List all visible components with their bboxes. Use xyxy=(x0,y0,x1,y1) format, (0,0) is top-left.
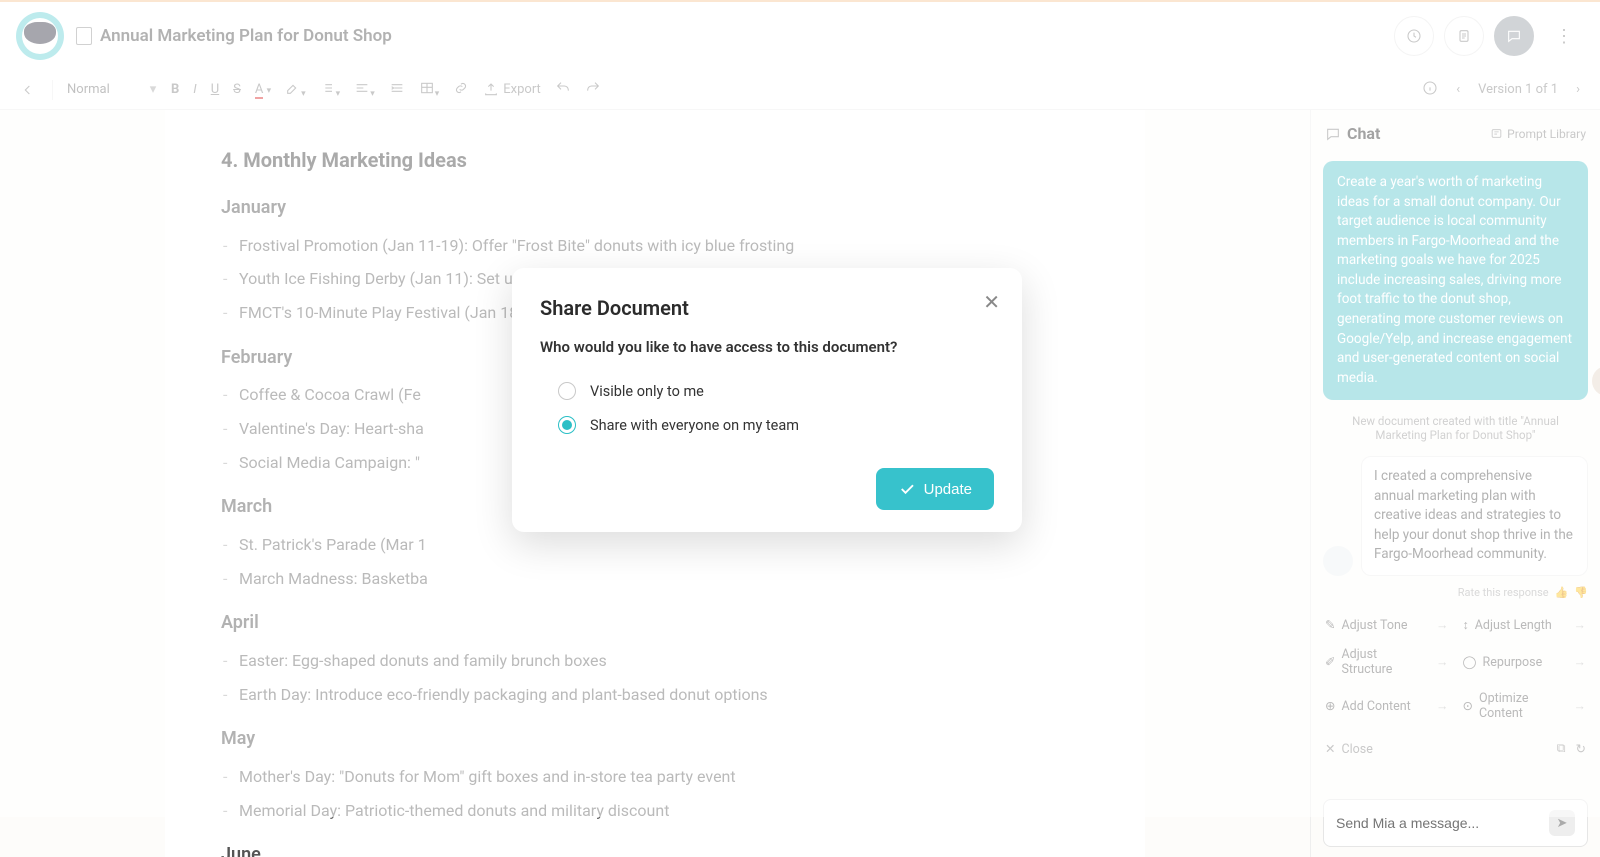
chat-input[interactable] xyxy=(1336,815,1549,831)
radio-unchecked-icon xyxy=(558,382,576,400)
update-button[interactable]: Update xyxy=(876,468,994,510)
modal-close-button[interactable]: ✕ xyxy=(983,290,1000,314)
modal-question: Who would you like to have access to thi… xyxy=(540,338,994,356)
radio-checked-icon xyxy=(558,416,576,434)
share-option-private[interactable]: Visible only to me xyxy=(540,374,994,408)
share-option-team[interactable]: Share with everyone on my team xyxy=(540,408,994,442)
month-heading: June xyxy=(221,841,1089,857)
modal-title: Share Document xyxy=(540,296,994,320)
share-document-modal: ✕ Share Document Who would you like to h… xyxy=(512,268,1022,532)
